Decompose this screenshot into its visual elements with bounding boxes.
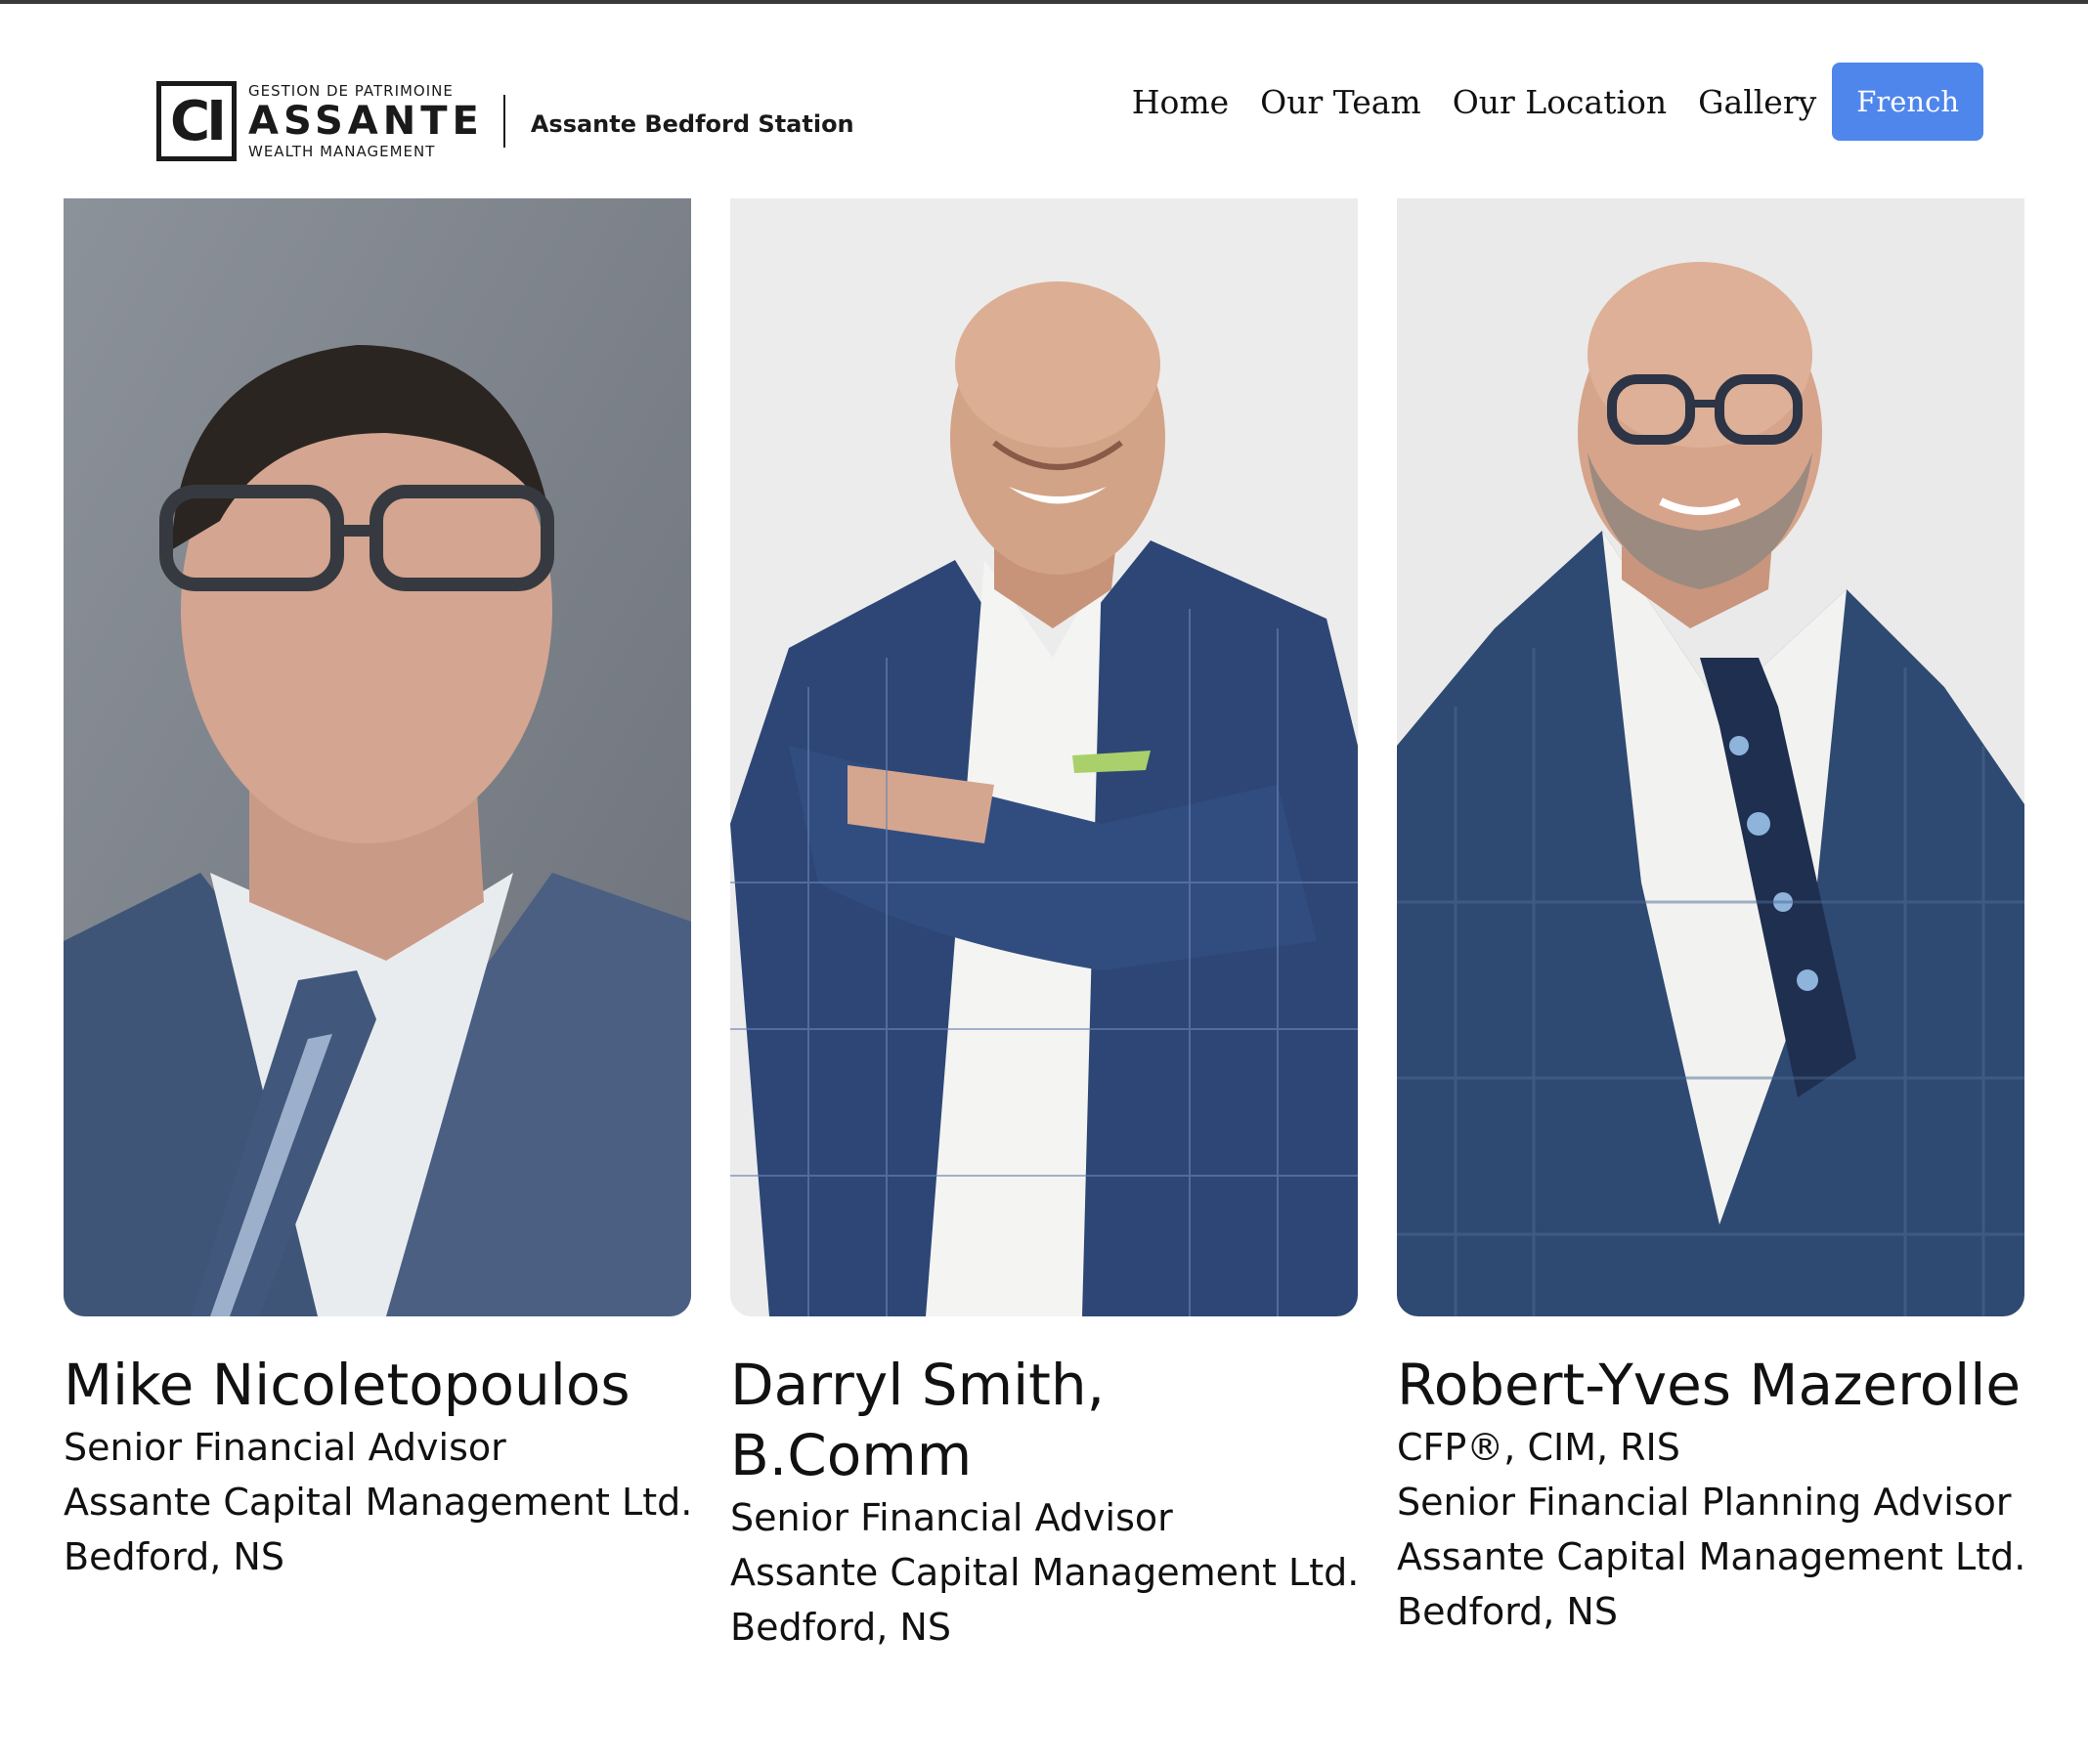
team-member-name: Robert-Yves Mazerolle [1397,1352,2022,1418]
site-header: CI GESTION DE PATRIMOINE ASSANTE WEALTH … [0,4,2088,195]
logo-wordmark-block: GESTION DE PATRIMOINE ASSANTE WEALTH MAN… [248,78,484,164]
portrait-photo-3 [1397,198,2024,1316]
team-member-title: Senior Financial Advisor [730,1496,1173,1539]
team-grid: Mike Nicoletopoulos Senior Financial Adv… [64,198,2026,1655]
team-member-name: Darryl Smith, B.Comm [730,1352,1106,1488]
team-member-title: Senior Financial Advisor [64,1426,506,1469]
team-member-card: Robert-Yves Mazerolle CFP®, CIM, RIS Sen… [1397,198,2026,1655]
team-member-company: Assante Capital Management Ltd. [730,1551,1360,1594]
team-member-location: Bedford, NS [730,1606,951,1649]
team-member-company: Assante Capital Management Ltd. [1397,1535,2026,1578]
nav-gallery[interactable]: Gallery [1698,83,1816,121]
team-member-photo [64,198,691,1316]
team-member-card: Darryl Smith, B.Comm Senior Financial Ad… [730,198,1360,1655]
branch-name: Assante Bedford Station [530,110,854,138]
team-member-photo [1397,198,2024,1316]
team-member-location: Bedford, NS [1397,1590,1618,1633]
team-member-card: Mike Nicoletopoulos Senior Financial Adv… [64,198,693,1655]
logo-tagline-french: GESTION DE PATRIMOINE [248,82,454,100]
team-member-location: Bedford, NS [64,1535,284,1578]
logo-tagline-english: WEALTH MANAGEMENT [248,143,436,160]
nav-our-team[interactable]: Our Team [1260,83,1421,121]
nav-home[interactable]: Home [1132,83,1229,121]
team-member-credentials: CFP®, CIM, RIS [1397,1426,1680,1469]
main-nav: Home Our Team Our Location Gallery Frenc… [1132,63,1983,141]
logo-divider [502,95,505,148]
logo-wordmark: ASSANTE [248,99,484,144]
assante-logo[interactable]: CI GESTION DE PATRIMOINE ASSANTE WEALTH … [156,74,854,168]
team-member-photo [730,198,1358,1316]
team-member-company: Assante Capital Management Ltd. [64,1481,693,1524]
portrait-photo-1 [64,198,691,1316]
language-toggle-button[interactable]: French [1832,63,1983,141]
team-member-title: Senior Financial Planning Advisor [1397,1481,2012,1524]
ci-logo-mark: CI [156,81,237,161]
team-member-name: Mike Nicoletopoulos [64,1352,631,1418]
portrait-photo-2 [730,198,1358,1316]
nav-our-location[interactable]: Our Location [1453,83,1667,121]
